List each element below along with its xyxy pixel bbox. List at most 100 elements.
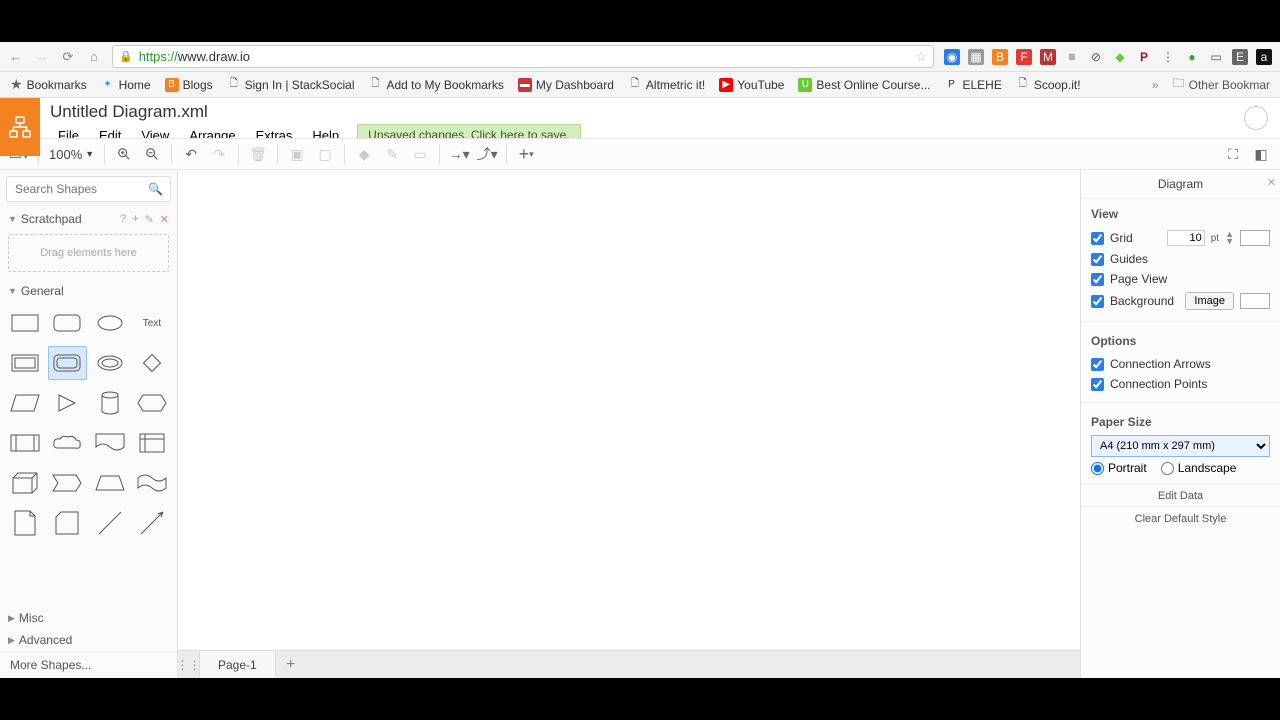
edit-icon[interactable]: ✎: [145, 213, 154, 226]
ext-icon[interactable]: E: [1232, 49, 1248, 65]
shape-diamond[interactable]: [133, 346, 171, 380]
back-button[interactable]: ←: [8, 49, 24, 64]
ext-icon[interactable]: ▭: [1208, 49, 1224, 65]
share-button[interactable]: [1244, 106, 1268, 130]
search-icon[interactable]: 🔍: [148, 182, 163, 196]
star-icon[interactable]: ☆: [915, 49, 927, 65]
page-tab[interactable]: Page-1: [200, 651, 276, 678]
shape-note[interactable]: [6, 506, 44, 540]
portrait-radio[interactable]: Portrait: [1091, 461, 1147, 475]
ext-icon[interactable]: ⊘: [1088, 49, 1104, 65]
ext-icon[interactable]: ●: [1184, 49, 1200, 65]
bookmark-item[interactable]: ★Bookmarks: [10, 76, 87, 93]
conn-points-checkbox[interactable]: [1091, 378, 1104, 391]
ext-icon[interactable]: F: [1016, 49, 1032, 65]
close-icon[interactable]: ✕: [160, 213, 169, 226]
shape-process[interactable]: [6, 426, 44, 460]
home-button[interactable]: ⌂: [86, 49, 102, 64]
bookmark-item[interactable]: ▶YouTube: [719, 78, 784, 92]
zoom-level[interactable]: 100% ▼: [45, 147, 98, 162]
add-icon[interactable]: +: [132, 213, 138, 226]
ext-icon[interactable]: ◆: [1112, 49, 1128, 65]
search-shapes-input[interactable]: [6, 176, 171, 202]
shape-document[interactable]: [91, 426, 129, 460]
other-bookmarks[interactable]: 🗀Other Bookmar: [1173, 74, 1270, 95]
insert-icon[interactable]: +▾: [513, 141, 539, 167]
grid-color-swatch[interactable]: [1240, 230, 1270, 246]
grid-size-input[interactable]: [1167, 230, 1205, 246]
landscape-radio[interactable]: Landscape: [1161, 461, 1237, 475]
shape-text[interactable]: Text: [133, 306, 171, 340]
shape-trapezoid[interactable]: [91, 466, 129, 500]
shape-arrow-line[interactable]: [133, 506, 171, 540]
shape-cube[interactable]: [6, 466, 44, 500]
bookmark-item[interactable]: 🗋Add to My Bookmarks: [368, 78, 503, 92]
bookmark-item[interactable]: 🗋Sign In | StackSocial: [227, 78, 355, 92]
waypoint-icon[interactable]: ⤴▾: [474, 141, 500, 167]
background-checkbox[interactable]: [1091, 295, 1104, 308]
format-panel: Diagram✕ View Gridpt▲▼ Guides Page View …: [1080, 170, 1280, 678]
guides-checkbox[interactable]: [1091, 253, 1104, 266]
bookmark-item[interactable]: UBest Online Course...: [798, 78, 930, 92]
undo-icon[interactable]: ↶: [178, 141, 204, 167]
delete-icon: 🗑: [245, 141, 271, 167]
ext-icon[interactable]: ▦: [968, 49, 984, 65]
shape-rounded-rect[interactable]: [48, 306, 86, 340]
address-bar[interactable]: 🔒 https://www.draw.io ☆: [112, 45, 934, 68]
bookmark-item[interactable]: PELEHE: [944, 78, 1001, 92]
conn-arrows-checkbox[interactable]: [1091, 358, 1104, 371]
shape-triangle[interactable]: [48, 386, 86, 420]
paper-size-select[interactable]: A4 (210 mm x 297 mm): [1091, 435, 1270, 457]
page-tab-menu[interactable]: ⋮⋮: [178, 651, 200, 678]
document-title[interactable]: Untitled Diagram.xml: [50, 102, 1244, 122]
close-icon[interactable]: ✕: [1267, 176, 1276, 189]
scratchpad-header[interactable]: ▼Scratchpad ?+✎✕: [0, 208, 177, 230]
bookmark-item[interactable]: ✦Home: [101, 78, 151, 92]
ext-icon[interactable]: a: [1256, 49, 1272, 65]
bookmark-item[interactable]: 🗋Scoop.it!: [1016, 78, 1081, 92]
shape-hexagon[interactable]: [133, 386, 171, 420]
more-shapes-link[interactable]: More Shapes...: [0, 651, 177, 678]
ext-icon[interactable]: ◉: [944, 49, 960, 65]
misc-header[interactable]: ▶Misc: [0, 607, 177, 629]
ext-icon[interactable]: M: [1040, 49, 1056, 65]
zoom-out-icon[interactable]: [139, 141, 165, 167]
shape-double-rect[interactable]: [6, 346, 44, 380]
shape-line[interactable]: [91, 506, 129, 540]
shape-double-rounded-rect[interactable]: [48, 346, 86, 380]
shape-cloud[interactable]: [48, 426, 86, 460]
ext-icon[interactable]: B: [992, 49, 1008, 65]
shape-cylinder[interactable]: [91, 386, 129, 420]
app-logo[interactable]: [0, 98, 40, 156]
shape-double-ellipse[interactable]: [91, 346, 129, 380]
add-page-button[interactable]: +: [276, 651, 306, 678]
bookmark-item[interactable]: ▬My Dashboard: [518, 78, 614, 92]
connection-icon[interactable]: →▾: [446, 141, 472, 167]
grid-checkbox[interactable]: [1091, 232, 1104, 245]
ext-icon[interactable]: ⋮: [1160, 49, 1176, 65]
zoom-in-icon[interactable]: [111, 141, 137, 167]
pinterest-icon[interactable]: P: [1136, 49, 1152, 65]
advanced-header[interactable]: ▶Advanced: [0, 629, 177, 651]
background-image-button[interactable]: Image: [1185, 292, 1234, 310]
shape-ellipse[interactable]: [91, 306, 129, 340]
shape-step[interactable]: [48, 466, 86, 500]
reload-button[interactable]: ⟳: [60, 49, 76, 65]
help-icon[interactable]: ?: [120, 213, 126, 226]
bookmark-item[interactable]: BBlogs: [165, 78, 213, 92]
fullscreen-icon[interactable]: ⛶: [1220, 141, 1246, 167]
shape-internal-storage[interactable]: [133, 426, 171, 460]
pageview-checkbox[interactable]: [1091, 273, 1104, 286]
scratchpad-dropzone[interactable]: Drag elements here: [8, 234, 169, 272]
bookmark-item[interactable]: 🗋Altmetric it!: [628, 78, 705, 92]
clear-style-link[interactable]: Clear Default Style: [1135, 513, 1227, 525]
general-header[interactable]: ▼General: [0, 280, 177, 302]
background-color-swatch[interactable]: [1240, 293, 1270, 309]
shape-card[interactable]: [48, 506, 86, 540]
shape-parallelogram[interactable]: [6, 386, 44, 420]
ext-icon[interactable]: ≡: [1064, 49, 1080, 65]
shape-rectangle[interactable]: [6, 306, 44, 340]
shape-tape[interactable]: [133, 466, 171, 500]
edit-data-link[interactable]: Edit Data: [1158, 490, 1203, 502]
format-panel-icon[interactable]: ◧: [1248, 141, 1274, 167]
